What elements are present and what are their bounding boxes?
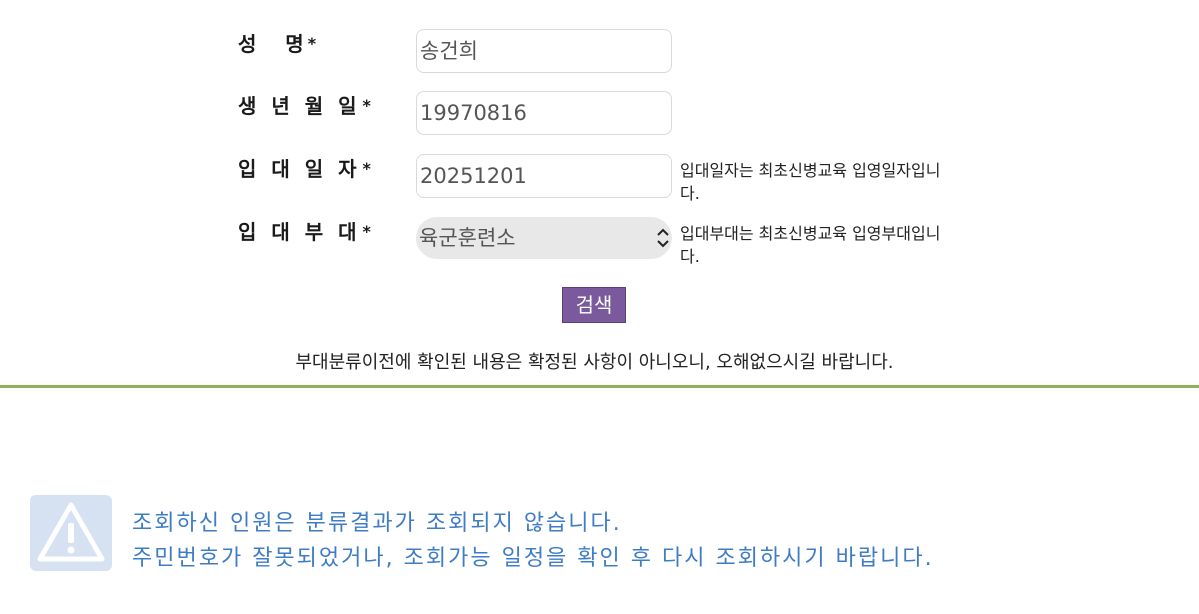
required-mark: * — [307, 34, 319, 53]
enlist-date-row: 입 대 일 자 * 20251201 입대일자는 최초신병교육 입영일자입니다. — [0, 154, 1199, 203]
divider — [0, 385, 1199, 388]
birth-row: 생 년 월 일 * 19970816 — [0, 91, 1199, 137]
required-mark: * — [362, 96, 375, 115]
unit-select-value: 육군훈련소 — [419, 226, 516, 250]
required-mark: * — [362, 222, 375, 241]
unit-row: 입 대 부 대 * 육군훈련소 입대부대는 최초신병교육 입영부대입니다. — [0, 217, 1199, 266]
unit-select[interactable]: 육군훈련소 — [416, 217, 672, 259]
enlist-date-field[interactable]: 20251201 — [416, 154, 672, 198]
birth-date-field[interactable]: 19970816 — [416, 91, 672, 135]
result-message-line1: 조회하신 인원은 분류결과가 조회되지 않습니다. — [132, 511, 622, 536]
search-button[interactable]: 검색 — [562, 287, 626, 323]
required-mark: * — [362, 159, 375, 178]
enlist-date-note: 입대일자는 최초신병교육 입영일자입니다. — [680, 161, 941, 203]
select-arrows-icon — [657, 228, 669, 248]
result-message-line2: 주민번호가 잘못되었거나, 조회가능 일정을 확인 후 다시 조회하시기 바랍니… — [132, 546, 934, 571]
unit-label: 입 대 부 대 * — [238, 220, 375, 244]
name-label: 성 명 * — [238, 32, 319, 56]
notice-text: 부대분류이전에 확인된 내용은 확정된 사항이 아니오니, 오해없으시길 바랍니… — [295, 352, 894, 373]
name-field[interactable]: 송건희 — [416, 29, 672, 73]
enlist-date-label: 입 대 일 자 * — [238, 157, 375, 181]
warning-icon — [30, 495, 112, 571]
warning-triangle-icon — [37, 502, 105, 562]
name-row: 성 명 * 송건희 — [0, 29, 1199, 75]
birth-label: 생 년 월 일 * — [238, 94, 375, 118]
unit-note: 입대부대는 최초신병교육 입영부대입니다. — [680, 224, 941, 266]
